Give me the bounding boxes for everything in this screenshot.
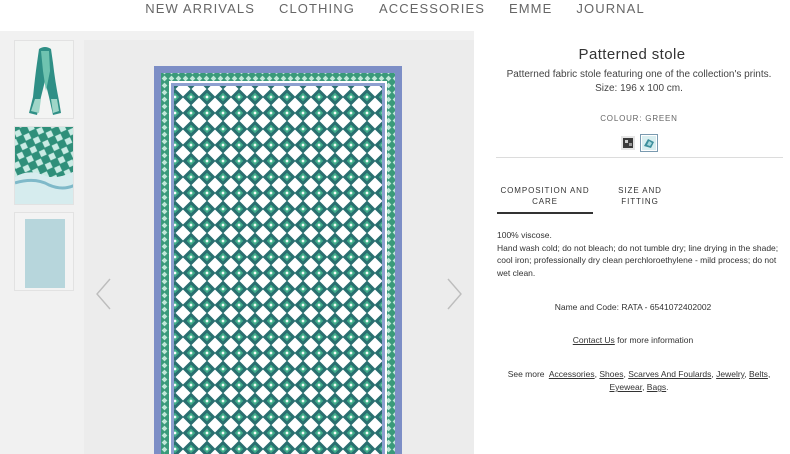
product-title: Patterned stole [578, 46, 686, 63]
swatch-dark-icon [621, 136, 635, 150]
link-jewelry[interactable]: Jewelry [716, 369, 744, 379]
nav-accessories[interactable]: ACCESSORIES [379, 1, 485, 16]
tab-composition-line1: COMPOSITION AND [500, 186, 590, 195]
link-shoes[interactable]: Shoes [599, 369, 623, 379]
link-eyewear[interactable]: Eyewear [609, 382, 642, 392]
care-section: 100% viscose. Hand wash cold; do not ble… [497, 229, 782, 279]
thumbnail-mannequin-image [15, 41, 73, 118]
link-scarves-and-foulards[interactable]: Scarves And Foulards [628, 369, 711, 379]
thumbnail-flat[interactable] [14, 212, 74, 291]
swatch-green-icon [642, 136, 656, 150]
nav-clothing[interactable]: CLOTHING [279, 1, 355, 16]
chevron-right-icon [447, 278, 462, 310]
product-code: Name and Code: RATA - 6541072402002 [554, 302, 712, 312]
see-more-label: See more [507, 369, 545, 379]
thumbnail-detail[interactable] [14, 126, 74, 205]
chevron-left-icon [96, 278, 111, 310]
product-description: Patterned fabric stole featuring one of … [494, 68, 784, 96]
swatch-dark[interactable] [621, 136, 635, 150]
thumbnail-detail-image [15, 127, 73, 204]
contact-us-link[interactable]: Contact Us [573, 335, 615, 345]
colour-label: COLOUR: GREEN [600, 114, 678, 123]
swatch-green[interactable] [640, 134, 658, 152]
see-more-links: See more Accessories, Shoes, Scarves And… [507, 369, 771, 392]
link-belts[interactable]: Belts [749, 369, 768, 379]
composition-text: 100% viscose. [497, 230, 552, 240]
thumbnail-flat-image [15, 213, 73, 290]
contact-suffix: for more information [614, 335, 694, 345]
previous-image-button[interactable] [94, 277, 114, 311]
top-navigation: NEW ARRIVALS CLOTHING ACCESSORIES EMME J… [0, 0, 790, 31]
next-image-button[interactable] [444, 277, 464, 311]
divider [496, 157, 783, 158]
tab-size-and-fitting[interactable]: SIZE AND FITTING [600, 185, 680, 207]
patterned-stole-image [84, 40, 474, 454]
care-instructions: Hand wash cold; do not bleach; do not tu… [497, 242, 779, 278]
link-accessories[interactable]: Accessories [549, 369, 595, 379]
contact-line: Contact Us for more information [474, 335, 790, 345]
description-text: Patterned fabric stole featuring one of … [506, 69, 772, 80]
link-bags[interactable]: Bags [647, 382, 666, 392]
tab-composition-line2: CARE [532, 197, 558, 206]
main-product-image[interactable] [84, 40, 474, 454]
nav-emme[interactable]: EMME [509, 1, 552, 16]
nav-new-arrivals[interactable]: NEW ARRIVALS [145, 1, 255, 16]
size-text: Size: 196 x 100 cm. [595, 83, 683, 94]
thumbnail-mannequin[interactable] [14, 40, 74, 119]
product-details-panel: Patterned stole Patterned fabric stole f… [474, 31, 790, 454]
tab-composition-and-care[interactable]: COMPOSITION AND CARE [497, 185, 593, 214]
nav-journal[interactable]: JOURNAL [576, 1, 644, 16]
